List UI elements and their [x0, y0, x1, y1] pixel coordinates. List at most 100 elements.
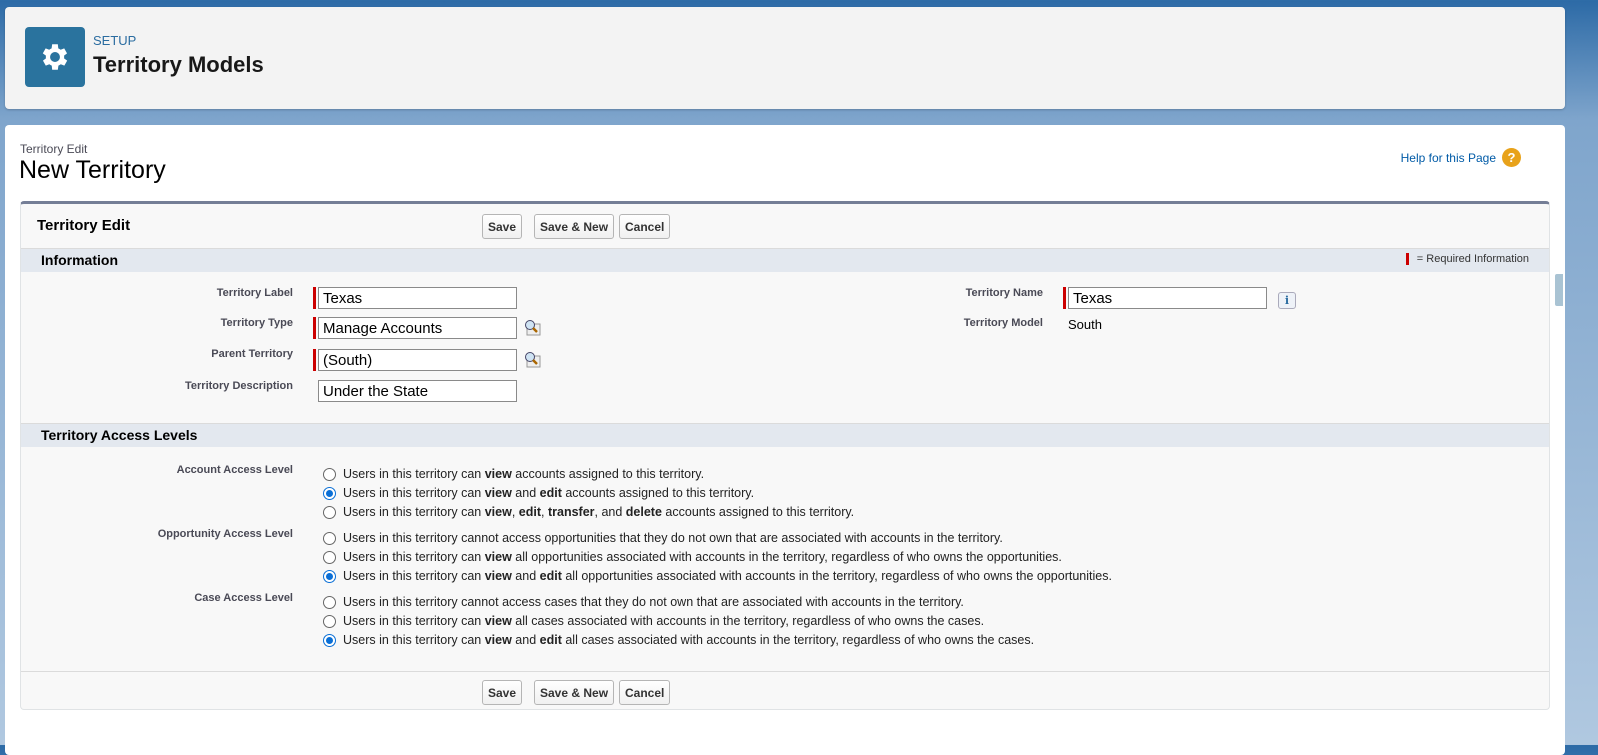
text-segment: all opportunities associated with accoun…	[511, 550, 1062, 564]
required-marker	[1063, 287, 1066, 309]
save-button[interactable]: Save	[482, 680, 523, 705]
territory-description-label: Territory Description	[185, 380, 293, 392]
territory-label-input[interactable]	[318, 287, 517, 309]
bold-term: view	[484, 569, 512, 583]
territory-edit-block: Territory Edit Save Save & New Cancel In…	[20, 201, 1550, 710]
option-text: Users in this territory can view and edi…	[343, 569, 1112, 583]
text-segment: Users in this territory cannot access ca…	[343, 595, 964, 609]
access-option[interactable]: Users in this territory can view account…	[323, 465, 704, 483]
radio-button[interactable]	[323, 486, 336, 500]
bold-term: edit	[539, 486, 562, 500]
radio-button[interactable]	[323, 633, 336, 647]
access-option[interactable]: Users in this territory can view and edi…	[323, 484, 754, 502]
text-segment: ,	[511, 505, 519, 519]
territory-label-label: Territory Label	[216, 287, 293, 299]
territory-type-label: Territory Type	[220, 317, 293, 329]
access-level-label: Opportunity Access Level	[157, 528, 293, 540]
option-text: Users in this territory can view all cas…	[343, 614, 984, 628]
text-segment: accounts assigned to this territory.	[511, 467, 705, 481]
radio-button[interactable]	[323, 550, 336, 564]
setup-label: SETUP	[93, 33, 137, 48]
text-segment: all cases associated with accounts in th…	[511, 614, 985, 628]
bold-term: view	[484, 467, 512, 481]
info-icon[interactable]: i	[1278, 292, 1296, 309]
cancel-button[interactable]: Cancel	[619, 214, 671, 239]
territory-model-label: Territory Model	[963, 317, 1043, 329]
text-segment: Users in this territory can	[343, 550, 485, 564]
access-option[interactable]: Users in this territory can view and edi…	[323, 567, 1112, 585]
access-section-header: Territory Access Levels	[21, 423, 1549, 447]
setup-header: SETUP Territory Models	[5, 7, 1565, 109]
territory-name-label: Territory Name	[965, 287, 1043, 299]
bold-term: view	[484, 614, 512, 628]
page-subtitle: Territory Edit	[20, 142, 88, 156]
required-marker	[313, 317, 316, 339]
lookup-icon[interactable]	[523, 350, 541, 368]
save-button[interactable]: Save	[482, 214, 523, 239]
help-icon[interactable]: ?	[1502, 148, 1521, 167]
territory-model-value: South	[1068, 317, 1102, 332]
option-text: Users in this territory can view all opp…	[343, 550, 1062, 564]
access-option[interactable]: Users in this territory can view and edi…	[323, 631, 1034, 649]
access-level-label: Case Access Level	[194, 592, 293, 604]
help-link[interactable]: Help for this Page?	[1401, 148, 1521, 167]
text-segment: Users in this territory can	[343, 486, 485, 500]
text-segment: ,	[541, 505, 548, 519]
text-segment: Users in this territory can	[343, 505, 485, 519]
access-option[interactable]: Users in this territory cannot access ca…	[323, 593, 964, 611]
parent-territory-input[interactable]	[318, 349, 517, 371]
radio-button[interactable]	[323, 569, 336, 583]
parent-territory-label: Parent Territory	[211, 348, 293, 360]
bold-term: edit	[518, 505, 542, 519]
text-segment: Users in this territory cannot access op…	[343, 531, 1003, 545]
header-title: Territory Models	[93, 52, 264, 77]
text-segment: Users in this territory can	[343, 467, 485, 481]
bold-term: edit	[539, 633, 562, 647]
option-text: Users in this territory can view, edit , …	[343, 505, 854, 519]
page-title: New Territory	[19, 156, 166, 184]
radio-button[interactable]	[323, 531, 336, 545]
text-segment: all opportunities associated with accoun…	[561, 569, 1112, 583]
territory-name-input[interactable]	[1068, 287, 1267, 309]
territory-description-input[interactable]	[318, 380, 517, 402]
access-option[interactable]: Users in this territory can view all opp…	[323, 548, 1062, 566]
required-legend: = Required Information	[1405, 253, 1529, 265]
radio-button[interactable]	[323, 614, 336, 628]
radio-button[interactable]	[323, 595, 336, 609]
access-option[interactable]: Users in this territory can view all cas…	[323, 612, 984, 630]
text-segment: Users in this territory can	[343, 569, 485, 583]
access-option[interactable]: Users in this territory cannot access op…	[323, 529, 1003, 547]
save-new-button[interactable]: Save & New	[534, 214, 615, 239]
save-new-button[interactable]: Save & New	[534, 680, 615, 705]
option-text: Users in this territory can view and edi…	[343, 633, 1034, 647]
access-option[interactable]: Users in this territory can view, edit , …	[323, 503, 854, 521]
required-marker	[313, 349, 316, 371]
text-segment: Users in this territory can	[343, 614, 485, 628]
sidebar-toggle[interactable]	[1553, 272, 1565, 308]
text-segment: , and	[594, 505, 626, 519]
text-segment: accounts assigned to this territory.	[561, 486, 755, 500]
text-segment: accounts assigned to this territory.	[661, 505, 855, 519]
bold-term: edit	[539, 569, 562, 583]
section-title: Information	[41, 252, 118, 268]
radio-button[interactable]	[323, 505, 336, 519]
territory-type-input[interactable]	[318, 317, 517, 339]
bold-term: delete	[625, 505, 662, 519]
required-marker	[1405, 253, 1409, 265]
text-segment: Users in this territory can	[343, 633, 485, 647]
text-segment: and	[511, 569, 540, 583]
gear-icon	[25, 27, 85, 87]
bold-term: transfer	[547, 505, 595, 519]
block-title: Territory Edit	[37, 217, 131, 234]
bold-term: view	[484, 633, 512, 647]
access-level-label: Account Access Level	[176, 464, 293, 476]
text-segment: and	[511, 633, 540, 647]
option-text: Users in this territory cannot access op…	[343, 531, 1003, 545]
section-title: Territory Access Levels	[41, 427, 198, 443]
footer-divider: Save Save & New Cancel	[21, 671, 1549, 705]
help-label[interactable]: Help for this Page	[1401, 151, 1496, 165]
lookup-icon[interactable]	[523, 318, 541, 336]
option-text: Users in this territory can view and edi…	[343, 486, 754, 500]
cancel-button[interactable]: Cancel	[619, 680, 671, 705]
radio-button[interactable]	[323, 467, 336, 481]
